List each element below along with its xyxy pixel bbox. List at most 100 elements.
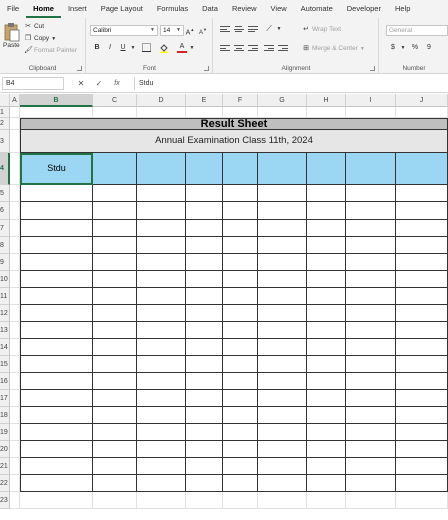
cell[interactable] [93, 107, 137, 118]
menu-tab-automate[interactable]: Automate [294, 0, 340, 18]
table-cell[interactable] [346, 424, 396, 441]
merge-center-button[interactable]: ⊞ Merge & Center ▼ [302, 45, 365, 52]
menu-tab-review[interactable]: Review [225, 0, 264, 18]
font-color-button[interactable]: A [177, 43, 187, 53]
table-cell[interactable] [186, 424, 223, 441]
table-cell[interactable] [137, 254, 186, 271]
table-cell[interactable] [137, 202, 186, 220]
row-header-19[interactable]: 19 [0, 424, 10, 441]
row-header-6[interactable]: 6 [0, 202, 10, 220]
cell[interactable] [10, 153, 20, 185]
cell[interactable] [223, 107, 258, 118]
table-cell[interactable] [258, 407, 307, 424]
row-header-1[interactable]: 1 [0, 107, 10, 118]
table-cell[interactable] [137, 424, 186, 441]
table-cell[interactable] [20, 271, 93, 288]
table-cell[interactable] [137, 390, 186, 407]
enter-icon[interactable]: ✓ [92, 77, 106, 90]
format-painter-button[interactable]: 🖌 Format Painter [24, 47, 77, 54]
table-cell[interactable] [137, 220, 186, 237]
cell[interactable] [10, 373, 20, 390]
cell[interactable] [346, 492, 396, 509]
table-cell[interactable] [258, 305, 307, 322]
cell[interactable] [20, 492, 93, 509]
table-cell[interactable] [93, 407, 137, 424]
table-cell[interactable] [93, 424, 137, 441]
name-box[interactable]: B4 [2, 77, 64, 90]
row-header-8[interactable]: 8 [0, 237, 10, 254]
cell[interactable] [396, 492, 448, 509]
table-cell[interactable] [258, 237, 307, 254]
table-cell[interactable] [307, 356, 346, 373]
table-cell[interactable] [20, 322, 93, 339]
align-bottom-icon[interactable] [248, 26, 258, 34]
table-cell[interactable] [93, 475, 137, 492]
cell[interactable] [258, 492, 307, 509]
row-header-18[interactable]: 18 [0, 407, 10, 424]
align-center-icon[interactable] [234, 45, 244, 53]
table-cell[interactable] [20, 390, 93, 407]
dialog-launcher-icon[interactable] [370, 66, 375, 71]
table-cell[interactable] [186, 220, 223, 237]
table-cell[interactable] [258, 475, 307, 492]
cell[interactable] [10, 475, 20, 492]
table-cell[interactable] [186, 373, 223, 390]
wrap-text-button[interactable]: ↵ Wrap Text [302, 26, 341, 33]
dialog-launcher-icon[interactable] [77, 66, 82, 71]
table-cell[interactable] [137, 458, 186, 475]
cell[interactable] [10, 237, 20, 254]
table-cell[interactable] [307, 254, 346, 271]
table-cell[interactable] [186, 237, 223, 254]
column-header-f[interactable]: F [223, 94, 258, 107]
table-cell[interactable] [93, 237, 137, 254]
menu-tab-page-layout[interactable]: Page Layout [94, 0, 150, 18]
table-cell[interactable] [137, 305, 186, 322]
table-cell[interactable] [307, 390, 346, 407]
table-cell[interactable] [186, 339, 223, 356]
table-cell[interactable] [186, 407, 223, 424]
cell[interactable] [186, 107, 223, 118]
table-cell[interactable] [307, 237, 346, 254]
menu-tab-formulas[interactable]: Formulas [150, 0, 195, 18]
cell[interactable] [10, 339, 20, 356]
shrink-font-button[interactable]: A▼ [198, 25, 208, 36]
cell[interactable] [137, 492, 186, 509]
table-cell[interactable] [346, 475, 396, 492]
table-cell[interactable] [223, 407, 258, 424]
cell[interactable] [10, 202, 20, 220]
underline-button[interactable]: U [118, 43, 128, 53]
table-cell[interactable] [137, 271, 186, 288]
table-cell[interactable] [223, 288, 258, 305]
table-cell[interactable] [258, 458, 307, 475]
table-cell[interactable] [93, 322, 137, 339]
column-header-c[interactable]: C [93, 94, 137, 107]
table-cell[interactable] [186, 458, 223, 475]
table-cell[interactable] [396, 441, 448, 458]
table-cell[interactable] [223, 424, 258, 441]
fill-color-icon[interactable] [159, 43, 169, 53]
table-cell[interactable] [93, 202, 137, 220]
table-cell[interactable] [93, 288, 137, 305]
table-cell[interactable] [396, 254, 448, 271]
table-cell[interactable] [223, 322, 258, 339]
table-cell[interactable] [258, 220, 307, 237]
cell[interactable] [10, 254, 20, 271]
decrease-indent-icon[interactable] [264, 45, 274, 53]
cell[interactable] [10, 130, 20, 153]
table-cell[interactable] [223, 271, 258, 288]
table-cell[interactable] [396, 390, 448, 407]
table-cell[interactable] [307, 220, 346, 237]
cell[interactable] [346, 107, 396, 118]
grow-font-button[interactable]: A▲ [185, 25, 195, 36]
table-cell[interactable] [396, 373, 448, 390]
percent-button[interactable]: % [410, 43, 420, 53]
menu-tab-help[interactable]: Help [388, 0, 417, 18]
table-cell[interactable] [223, 220, 258, 237]
row-header-10[interactable]: 10 [0, 271, 10, 288]
menu-tab-developer[interactable]: Developer [340, 0, 388, 18]
table-cell[interactable] [223, 305, 258, 322]
table-cell[interactable] [258, 271, 307, 288]
table-cell[interactable] [396, 185, 448, 202]
table-cell[interactable] [186, 254, 223, 271]
table-cell[interactable] [186, 185, 223, 202]
